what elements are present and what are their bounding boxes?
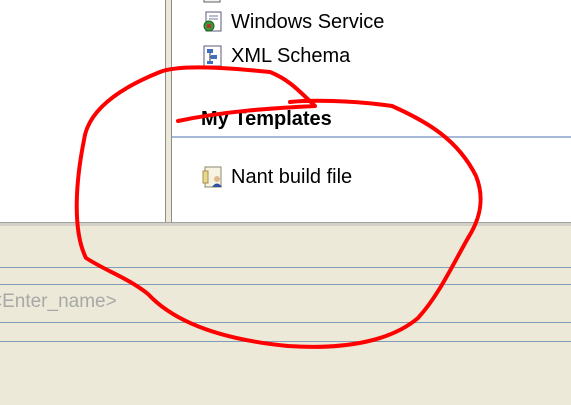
template-item-xml-schema[interactable]: XML Schema: [201, 43, 350, 69]
name-input[interactable]: [0, 285, 571, 322]
windows-service-icon: [203, 11, 222, 32]
template-item-label: Nant build file: [231, 165, 353, 188]
template-item-label: XML Schema: [231, 44, 351, 67]
pane-bottom-edge: [0, 222, 571, 226]
template-item-label: Windows Service: [231, 10, 385, 33]
my-templates-header: My Templates: [201, 108, 332, 130]
templates-pane: Windows Service XML Schema My Templates …: [172, 0, 571, 226]
section-divider: [172, 136, 571, 138]
template-item-nant-build-file[interactable]: Nant build file: [201, 164, 352, 190]
form-divider: [0, 322, 571, 323]
nant-build-file-icon: [202, 166, 222, 188]
form-divider: [0, 267, 571, 268]
form-divider: [0, 341, 571, 342]
category-pane: [0, 0, 165, 226]
pane-splitter[interactable]: [165, 0, 172, 226]
partial-item-icon: [203, 0, 221, 3]
xml-schema-icon: [203, 45, 222, 67]
template-item-windows-service[interactable]: Windows Service: [201, 9, 384, 35]
